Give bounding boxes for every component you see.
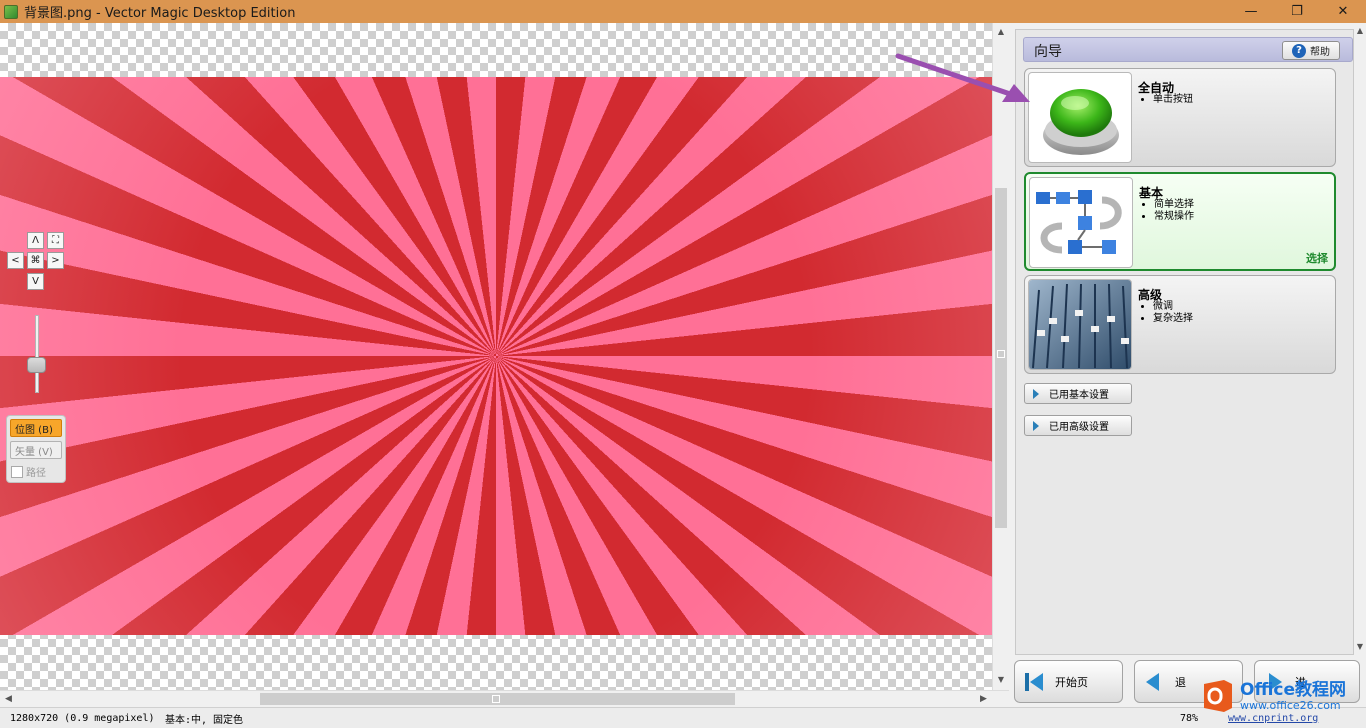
help-label: 帮助 [1310,47,1330,58]
panel-scrollbar[interactable]: ▲ ▼ [1354,23,1366,655]
card-bullet: 复杂选择 [1153,313,1193,325]
wizard-header: 向导 ? 帮助 [1023,37,1353,62]
maximize-button[interactable]: ❐ [1274,0,1320,23]
office-logo-icon [1200,678,1236,714]
path-checkbox-box[interactable] [11,465,23,478]
back-arrow-icon [1146,672,1159,691]
scroll-up-arrow[interactable]: ▲ [993,23,1009,40]
panel-scroll-down-arrow[interactable]: ▼ [1354,639,1366,653]
path-checkbox-label: 路径 [26,468,46,479]
view-mode-panel: 位图 (B) 矢量 (V) 路径 [6,415,66,483]
mode-card-basic[interactable]: 基本 简单选择 常规操作 选择 [1024,172,1336,271]
minimize-button[interactable]: — [1228,0,1274,23]
used-basic-settings-label: 已用基本设置 [1049,390,1109,401]
help-icon: ? [1292,43,1306,58]
scroll-right-arrow[interactable]: ▶ [975,691,992,707]
vertical-scroll-thumb[interactable] [995,188,1007,528]
pan-left-button[interactable]: < [7,252,24,269]
start-page-label: 开始页 [1055,675,1088,689]
image-canvas[interactable] [0,23,992,690]
window-title: 背景图.png - Vector Magic Desktop Edition [24,6,296,21]
green-button-icon [1028,72,1132,163]
card-bullet: 简单选择 [1154,199,1194,211]
zoom-slider-track[interactable] [35,315,39,393]
vertical-scroll-grip [997,350,1005,358]
vector-view-button[interactable]: 矢量 (V) [10,441,62,459]
horizontal-scroll-grip [492,695,500,703]
close-button[interactable]: ✕ [1320,0,1366,23]
sunburst-image [0,77,992,635]
status-bar: 1280x720 (0.9 megapixel) 基本:中, 固定色 78% w… [0,707,1366,728]
zoom-level: 78% [1180,712,1199,724]
play-icon [1033,388,1039,399]
wizard-panel: 向导 ? 帮助 全自动 • 单击按钮 基本 • 简单选择 • 常规操作 选择 高… [1009,23,1366,707]
bitmap-view-button[interactable]: 位图 (B) [10,419,62,437]
pan-right-button[interactable]: > [47,252,64,269]
center-view-button[interactable]: ⌘ [27,252,44,269]
mixing-console-icon [1028,279,1132,370]
play-icon [1033,420,1039,431]
scroll-down-arrow[interactable]: ▼ [993,671,1009,688]
card-bullets: 单击按钮 [1153,94,1193,106]
app-icon [4,4,18,19]
mode-card-automatic[interactable]: 全自动 单击按钮 [1024,68,1336,167]
mode-card-advanced[interactable]: 高级 微调 复杂选择 [1024,275,1336,374]
scroll-left-arrow[interactable]: ◀ [0,691,17,707]
pan-down-button[interactable]: V [27,273,44,290]
panel-scroll-up-arrow[interactable]: ▲ [1354,23,1366,37]
window-controls: — ❐ ✕ [1228,0,1366,23]
annotation-arrow-icon [895,53,1030,102]
used-advanced-settings-label: 已用高级设置 [1049,422,1109,433]
pan-up-button[interactable]: Λ [27,232,44,249]
canvas-vertical-scrollbar[interactable]: ▲ ▼ [992,23,1009,690]
start-page-button[interactable]: 开始页 [1014,660,1123,703]
watermark-title: Office教程网 [1240,679,1347,700]
back-label: 退 [1175,675,1186,689]
help-button[interactable]: ? 帮助 [1282,41,1340,60]
zoom-fit-button[interactable]: ⛶ [47,232,64,249]
card-bullets: 简单选择 常规操作 [1154,199,1194,223]
path-checkbox[interactable]: 路径 [11,464,46,479]
zoom-slider-thumb[interactable] [27,357,46,374]
card-bullets: 微调 复杂选择 [1153,301,1193,325]
card-bullet: 微调 [1153,301,1193,313]
used-advanced-settings-button[interactable]: 已用高级设置 [1024,415,1132,436]
title-bar: 背景图.png - Vector Magic Desktop Edition —… [0,0,1366,23]
site-watermark: Office教程网 www.office26.com [1200,676,1366,716]
canvas-horizontal-scrollbar[interactable]: ◀ ▶ [0,690,1009,707]
card-bullet: 单击按钮 [1153,94,1193,106]
watermark-url: www.office26.com [1240,698,1341,712]
skip-to-start-icon [1025,672,1043,691]
image-info: 1280x720 (0.9 megapixel) [10,712,155,724]
card-bullet: 常规操作 [1154,211,1194,223]
mode-info: 基本:中, 固定色 [165,714,244,726]
workflow-diagram-icon [1029,177,1133,268]
selected-label: 选择 [1306,252,1328,265]
used-basic-settings-button[interactable]: 已用基本设置 [1024,383,1132,404]
